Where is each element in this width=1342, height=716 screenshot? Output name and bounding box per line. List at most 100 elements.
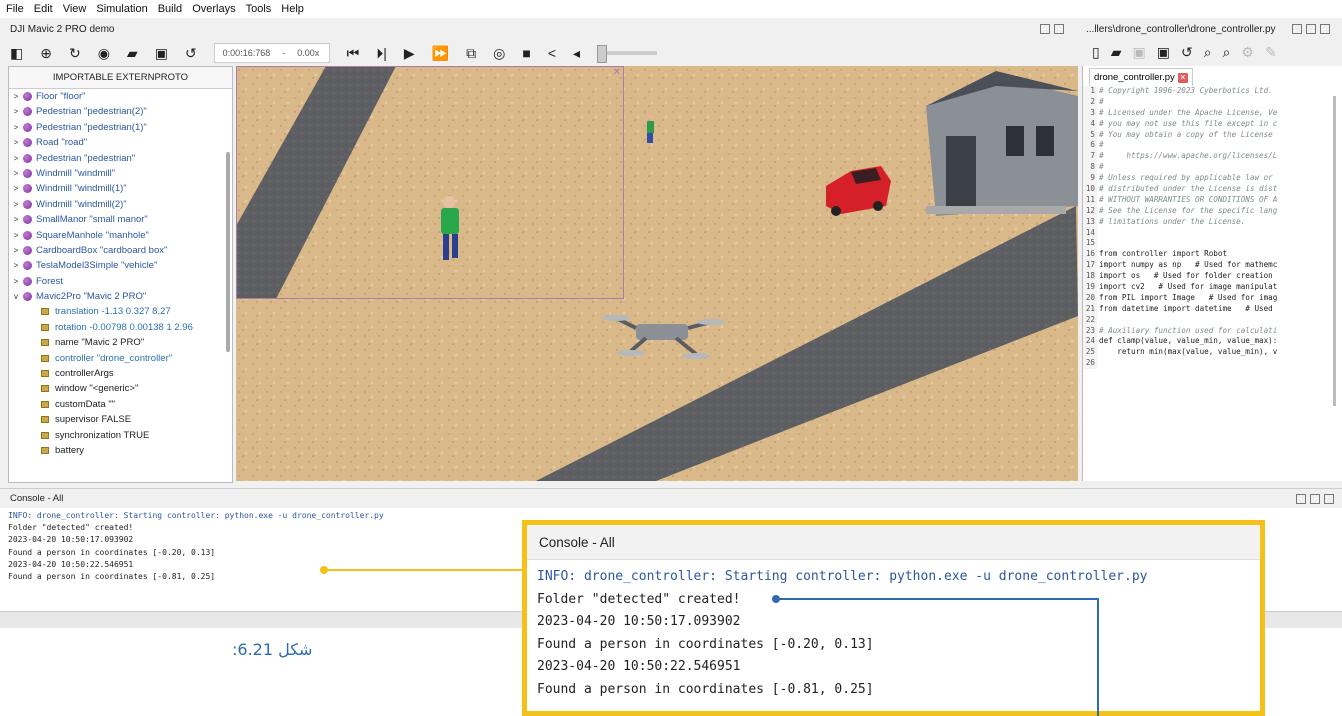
chevron-right-icon[interactable]: > [9, 258, 23, 273]
tab-close-icon[interactable]: ✕ [1177, 72, 1188, 83]
scene-tree-node[interactable]: > Road "road" [9, 135, 232, 150]
editor-scrollbar[interactable] [1333, 96, 1336, 406]
revert-icon[interactable]: ↺ [1181, 44, 1193, 61]
chevron-right-icon[interactable]: > [9, 212, 23, 227]
scene-tree-field[interactable]: battery [9, 443, 232, 458]
find-icon[interactable]: ⌕ [1204, 44, 1212, 61]
scene-tree-node[interactable]: > SmallManor "small manor" [9, 212, 232, 227]
replace-icon[interactable]: ⌕ [1223, 44, 1231, 61]
line-text [1097, 315, 1099, 326]
menu-help[interactable]: Help [281, 3, 304, 15]
scene-tree-scrollbar[interactable] [226, 152, 230, 352]
chevron-right-icon[interactable]: > [9, 166, 23, 181]
node-icon [23, 107, 32, 117]
node-icon [23, 276, 32, 286]
build-icon[interactable]: ⚙ [1241, 44, 1254, 61]
scene-tree-node[interactable]: > Pedestrian "pedestrian" [9, 151, 232, 166]
chevron-right-icon[interactable]: > [9, 135, 23, 150]
scene-tree-field[interactable]: controller "drone_controller" [9, 351, 232, 366]
reset-simulation-icon[interactable]: ⏮ [347, 45, 360, 62]
chevron-right-icon[interactable]: > [9, 197, 23, 212]
share-icon[interactable]: < [548, 45, 556, 61]
node-label: Mavic2Pro "Mavic 2 PRO" [36, 291, 147, 303]
scene-tree-node[interactable]: > Floor "floor" [9, 89, 232, 104]
scene-tree-node[interactable]: > Pedestrian "pedestrian(2)" [9, 104, 232, 119]
toggle-scene-tree-icon[interactable]: ◧ [10, 45, 23, 62]
close-icon[interactable] [1054, 24, 1064, 34]
scene-tree-field[interactable]: name "Mavic 2 PRO" [9, 335, 232, 350]
3d-viewport[interactable]: ✕ [236, 66, 1078, 481]
overlay-close-icon[interactable]: ✕ [613, 67, 621, 78]
add-node-icon[interactable]: ⊕ [40, 45, 52, 62]
chevron-down-icon[interactable]: v [9, 289, 23, 304]
menu-simulation[interactable]: Simulation [96, 3, 147, 15]
menu-file[interactable]: File [6, 3, 24, 15]
open-file-icon[interactable]: ▰ [1111, 44, 1122, 61]
screenshot-icon[interactable]: ◎ [493, 45, 505, 62]
code-area[interactable]: 1 # Copyright 1996-2023 Cyberbotics Ltd. 2… [1083, 86, 1342, 466]
line-text: import numpy as np # Used for mathemc [1099, 260, 1278, 270]
chevron-right-icon[interactable]: > [9, 228, 23, 243]
scene-tree-node[interactable]: > CardboardBox "cardboard box" [9, 243, 232, 258]
menu-view[interactable]: View [63, 3, 87, 15]
menu-tools[interactable]: Tools [246, 3, 272, 15]
scene-tree-field[interactable]: translation -1.13 0.327 8.27 [9, 304, 232, 319]
record-icon[interactable]: ■ [522, 45, 530, 61]
fast-forward-icon[interactable]: ⏩ [432, 45, 449, 62]
scene-tree-field[interactable]: customData "" [9, 397, 232, 412]
view-icon[interactable]: ◉ [98, 45, 110, 62]
scene-tree-node[interactable]: > Forest [9, 274, 232, 289]
maximize-icon[interactable] [1310, 494, 1320, 504]
save-all-icon[interactable]: ▣ [1157, 44, 1170, 61]
importable-externproto-header[interactable]: IMPORTABLE EXTERNPROTO [9, 67, 232, 89]
camera-overlay[interactable]: ✕ [236, 66, 624, 299]
minimize-icon[interactable] [1292, 24, 1302, 34]
step-icon[interactable]: ⏵| [376, 45, 387, 62]
scene-tree-node[interactable]: > SquareManhole "manhole" [9, 228, 232, 243]
scene-tree-field[interactable]: synchronization TRUE [9, 428, 232, 443]
minimize-icon[interactable] [1296, 494, 1306, 504]
chevron-right-icon[interactable]: > [9, 274, 23, 289]
save-file-icon[interactable]: ▣ [1133, 44, 1146, 61]
save-icon[interactable]: ▣ [155, 45, 168, 62]
maximize-icon[interactable] [1306, 24, 1316, 34]
reset-icon[interactable]: ↺ [185, 45, 197, 62]
chevron-right-icon[interactable]: > [9, 104, 23, 119]
volume-slider[interactable] [597, 45, 658, 63]
chevron-right-icon[interactable]: > [9, 151, 23, 166]
scene-tree-node[interactable]: > Windmill "windmill(1)" [9, 181, 232, 196]
play-icon[interactable]: ▶ [404, 45, 415, 62]
chevron-right-icon[interactable]: > [9, 181, 23, 196]
restore-icon[interactable] [1040, 24, 1050, 34]
code-line: 10 # distributed under the License is dis… [1083, 184, 1342, 195]
new-file-icon[interactable]: ▯ [1092, 44, 1100, 61]
menu-edit[interactable]: Edit [34, 3, 53, 15]
volume-icon[interactable]: ◂ [573, 45, 580, 62]
close-icon[interactable] [1320, 24, 1330, 34]
scene-tree-node[interactable]: > TeslaModel3Simple "vehicle" [9, 258, 232, 273]
scene-tree-node[interactable]: > Windmill "windmill" [9, 166, 232, 181]
scene-tree-field[interactable]: rotation -0.00798 0.00138 1 2.96 [9, 320, 232, 335]
text-editor-panel: drone_controller.py ✕ 1 # Copyright 1996-… [1082, 66, 1342, 481]
tab-drone-controller[interactable]: drone_controller.py ✕ [1089, 68, 1193, 86]
menu-build[interactable]: Build [158, 3, 182, 15]
node-icon [23, 261, 32, 271]
scene-tree-field[interactable]: controllerArgs [9, 366, 232, 381]
close-icon[interactable] [1324, 494, 1334, 504]
line-text: # distributed under the License is dist [1099, 184, 1278, 194]
view-cube-icon[interactable]: ⧉ [466, 45, 476, 62]
menu-bar: File Edit View Simulation Build Overlays… [0, 0, 1342, 18]
code-line: 3 # Licensed under the Apache License, Ve [1083, 107, 1342, 119]
scene-tree-node[interactable]: v Mavic2Pro "Mavic 2 PRO" [9, 289, 232, 304]
scene-tree-node[interactable]: > Windmill "windmill(2)" [9, 197, 232, 212]
reload-world-icon[interactable]: ↻ [69, 45, 81, 62]
clean-icon[interactable]: ✎ [1265, 44, 1277, 61]
scene-tree-field[interactable]: window "<generic>" [9, 381, 232, 396]
chevron-right-icon[interactable]: > [9, 243, 23, 258]
open-folder-icon[interactable]: ▰ [127, 45, 138, 62]
scene-tree-node[interactable]: > Pedestrian "pedestrian(1)" [9, 120, 232, 135]
chevron-right-icon[interactable]: > [9, 120, 23, 135]
menu-overlays[interactable]: Overlays [192, 3, 235, 15]
chevron-right-icon[interactable]: > [9, 89, 23, 104]
scene-tree-field[interactable]: supervisor FALSE [9, 412, 232, 427]
